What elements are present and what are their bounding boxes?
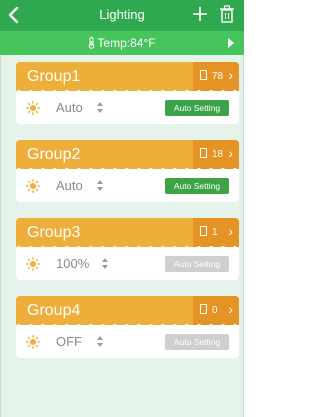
auto-setting-button[interactable]: Auto Setting	[165, 256, 229, 272]
device-count: 0	[212, 305, 218, 316]
sun-icon	[26, 335, 40, 349]
mode-select[interactable]: Auto	[56, 178, 83, 193]
device-count-button[interactable]: 18 ›	[193, 140, 239, 169]
group-body: OFF Auto Setting	[16, 325, 239, 358]
group-name: Group1	[27, 68, 81, 85]
mode-select[interactable]: Auto	[56, 100, 83, 115]
sun-icon	[26, 257, 40, 271]
group-list: Group1 78 › Auto Auto Setting Group2 18 …	[0, 55, 244, 417]
app-screen: Lighting Temp:84°F Group1 78 › Auto Auto…	[0, 0, 244, 417]
play-arrow-icon[interactable]	[228, 38, 234, 48]
thermometer-icon	[89, 37, 95, 49]
group-header[interactable]: Group3 1 ›	[16, 218, 239, 247]
sun-icon	[26, 179, 40, 193]
bulb-icon	[200, 304, 207, 314]
trash-icon[interactable]	[219, 5, 235, 25]
updown-arrows-icon[interactable]	[101, 257, 109, 270]
device-count-button[interactable]: 78 ›	[193, 62, 239, 91]
group-card: Group2 18 › Auto Auto Setting	[16, 140, 239, 202]
chevron-right-icon: ›	[228, 223, 233, 239]
mode-select[interactable]: 100%	[56, 256, 89, 271]
device-count-button[interactable]: 1 ›	[193, 218, 239, 247]
auto-setting-button[interactable]: Auto Setting	[165, 178, 229, 194]
chevron-right-icon: ›	[228, 301, 233, 317]
mode-select[interactable]: OFF	[56, 334, 82, 349]
group-body: Auto Auto Setting	[16, 91, 239, 124]
chevron-right-icon: ›	[228, 145, 233, 161]
group-header[interactable]: Group1 78 ›	[16, 62, 239, 91]
group-body: 100% Auto Setting	[16, 247, 239, 280]
bulb-icon	[200, 226, 207, 236]
device-count: 78	[212, 71, 224, 82]
group-body: Auto Auto Setting	[16, 169, 239, 202]
group-header[interactable]: Group4 0 ›	[16, 296, 239, 325]
bulb-icon	[200, 148, 207, 158]
temperature-bar[interactable]: Temp:84°F	[0, 31, 244, 55]
group-header[interactable]: Group2 18 ›	[16, 140, 239, 169]
chevron-right-icon: ›	[228, 67, 233, 83]
updown-arrows-icon[interactable]	[96, 179, 104, 192]
group-name: Group3	[27, 224, 81, 241]
group-card: Group3 1 › 100% Auto Setting	[16, 218, 239, 280]
plus-icon	[193, 7, 207, 21]
group-name: Group4	[27, 302, 81, 319]
sun-icon	[26, 101, 40, 115]
device-count: 18	[212, 149, 224, 160]
auto-setting-button[interactable]: Auto Setting	[165, 100, 229, 116]
auto-setting-button[interactable]: Auto Setting	[165, 334, 229, 350]
title-bar: Lighting	[0, 0, 244, 31]
temperature-label: Temp:84°F	[97, 36, 156, 50]
updown-arrows-icon[interactable]	[96, 101, 104, 114]
updown-arrows-icon[interactable]	[96, 335, 104, 348]
group-name: Group2	[27, 146, 81, 163]
group-card: Group4 0 › OFF Auto Setting	[16, 296, 239, 358]
bulb-icon	[200, 70, 207, 80]
device-count: 1	[212, 227, 218, 238]
group-card: Group1 78 › Auto Auto Setting	[16, 62, 239, 124]
add-button[interactable]	[190, 3, 210, 25]
device-count-button[interactable]: 0 ›	[193, 296, 239, 325]
